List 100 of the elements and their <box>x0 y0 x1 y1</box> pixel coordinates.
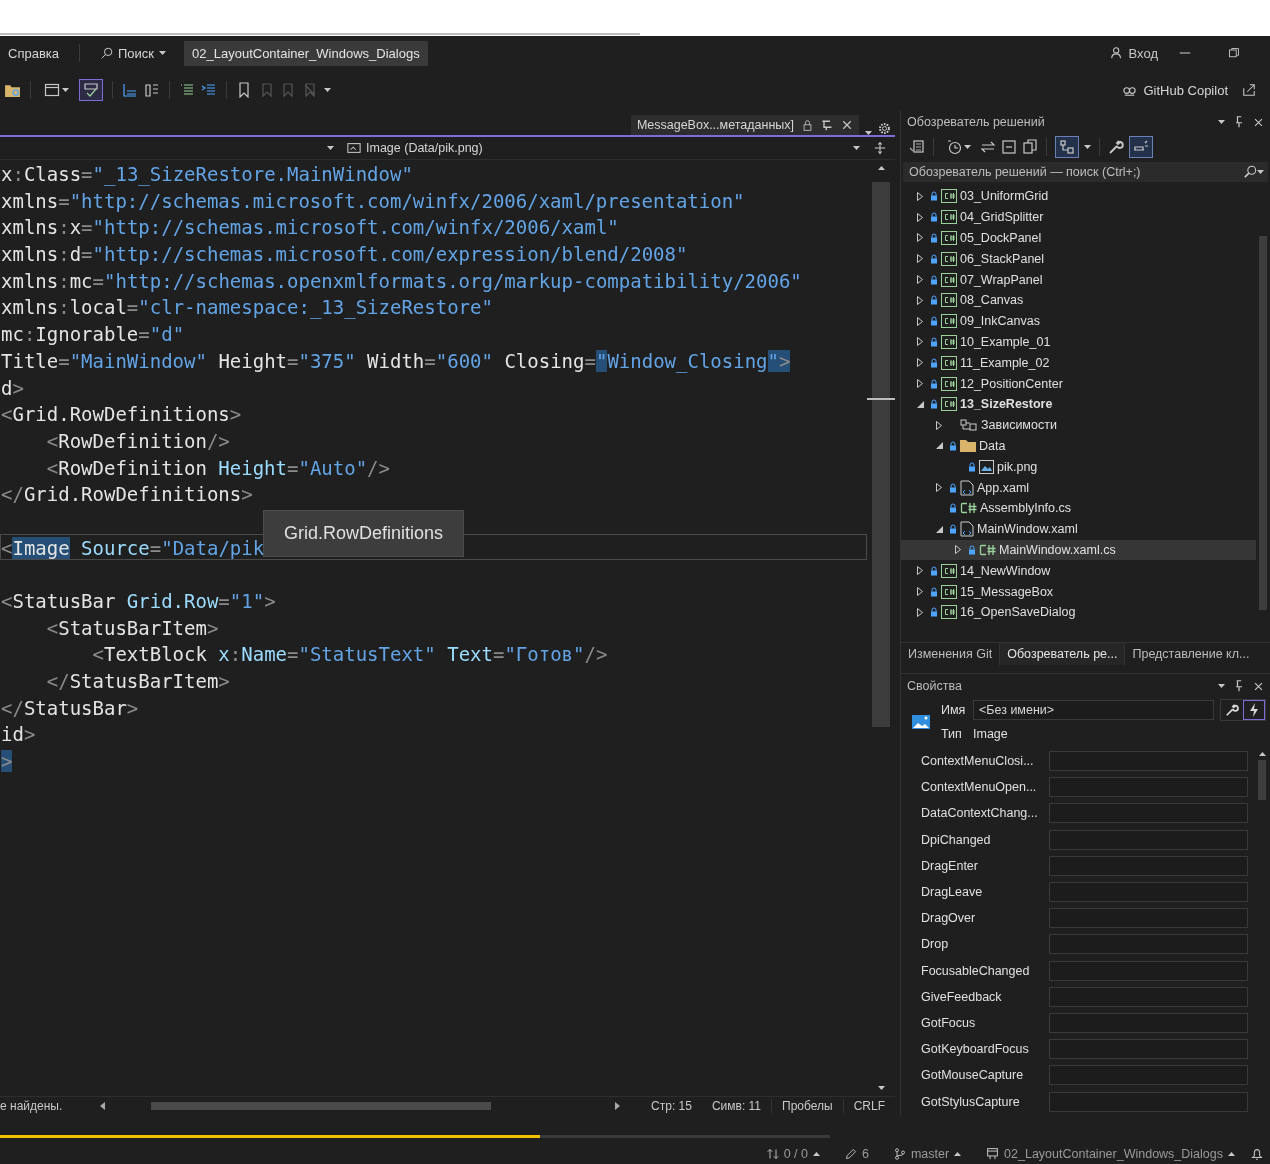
tree-item[interactable]: 13_SizeRestore <box>901 393 1256 415</box>
settings-icon[interactable] <box>878 122 891 135</box>
tree-item[interactable]: App.xaml <box>901 477 1256 498</box>
search-field[interactable]: Обозреватель решений — поиск (Ctrl+;) <box>903 162 1268 182</box>
collapsed-arrow-icon[interactable] <box>955 545 961 555</box>
horizontal-scrollbar[interactable] <box>100 1101 621 1110</box>
tree-item[interactable]: MainWindow.xaml <box>901 518 1256 540</box>
help-menu[interactable]: Справка <box>0 45 67 61</box>
collapsed-arrow-icon[interactable] <box>917 337 923 347</box>
restore-icon[interactable] <box>1228 47 1240 59</box>
spell-check-toggle[interactable] <box>79 79 103 101</box>
collapsed-arrow-icon[interactable] <box>917 566 923 576</box>
bell-icon[interactable] <box>1250 1146 1264 1161</box>
scroll-right-icon[interactable] <box>615 1101 621 1110</box>
tree-item[interactable]: AssemblyInfo.cs <box>901 497 1256 519</box>
event-handler-field[interactable] <box>1049 1065 1248 1086</box>
event-handler-field[interactable] <box>1049 986 1248 1007</box>
document-tab[interactable]: MessageBox...метаданных] <box>630 115 859 135</box>
tree-item[interactable]: 16_OpenSaveDialog <box>901 601 1256 623</box>
history-icon[interactable] <box>946 139 962 155</box>
event-handler-field[interactable] <box>1049 1091 1248 1112</box>
tree-item[interactable]: 09_InkCanvas <box>901 310 1256 332</box>
line-endings[interactable]: CRLF <box>842 1098 895 1113</box>
share-icon[interactable] <box>1242 83 1256 97</box>
close-icon[interactable] <box>1253 680 1264 692</box>
tree-item[interactable]: 04_GridSplitter <box>901 206 1256 228</box>
window-icon[interactable] <box>44 82 60 98</box>
collapsed-arrow-icon[interactable] <box>917 316 923 326</box>
tree-item[interactable]: pik.png <box>901 456 1256 478</box>
panel-tab[interactable]: Представление кл... <box>1125 643 1257 665</box>
expanded-arrow-icon[interactable] <box>935 525 943 533</box>
bookmark-icon[interactable] <box>236 82 252 98</box>
collapsed-arrow-icon[interactable] <box>936 483 942 493</box>
tree-item[interactable]: 14_NewWindow <box>901 560 1256 582</box>
collapsed-arrow-icon[interactable] <box>917 607 923 617</box>
event-handler-field[interactable] <box>1049 934 1248 955</box>
tree-item[interactable]: 08_Canvas <box>901 290 1256 311</box>
column-number[interactable]: Симв: 11 <box>701 1098 772 1113</box>
element-dropdown[interactable]: Image (Data/pik.png) <box>340 137 865 159</box>
scrollbar-thumb[interactable] <box>872 182 890 727</box>
tree-item[interactable]: Data <box>901 435 1256 457</box>
preview-toggle[interactable] <box>1129 136 1153 158</box>
event-handler-field[interactable] <box>1049 1039 1248 1060</box>
collapsed-arrow-icon[interactable] <box>917 295 923 305</box>
repository-status[interactable]: 02_LayoutContainer_Windows_Dialogs <box>976 1146 1245 1161</box>
panel-tab[interactable]: Обозреватель ре... <box>999 643 1126 665</box>
event-handler-field[interactable] <box>1049 960 1248 981</box>
events-button[interactable] <box>1243 700 1265 720</box>
tree-item[interactable]: 15_MessageBox <box>901 581 1256 602</box>
sync-icon[interactable] <box>980 139 996 155</box>
tree-item[interactable]: 11_Example_02 <box>901 352 1256 374</box>
diagram-view-toggle[interactable] <box>1055 136 1079 158</box>
collapsed-arrow-icon[interactable] <box>917 358 923 368</box>
switch-views-icon[interactable] <box>909 139 925 155</box>
tree-item[interactable]: MainWindow.xaml.cs <box>901 539 1256 561</box>
edits-status[interactable]: 6 <box>834 1146 879 1161</box>
sync-status[interactable]: 0 / 0 <box>756 1146 830 1161</box>
event-handler-field[interactable] <box>1049 882 1248 903</box>
scrollbar-thumb[interactable] <box>1259 236 1267 610</box>
close-icon[interactable] <box>841 119 853 131</box>
scroll-left-icon[interactable] <box>100 1101 106 1110</box>
pin-icon[interactable] <box>1233 116 1245 128</box>
indent-icon[interactable] <box>122 82 138 98</box>
tree-item[interactable]: Зависимости <box>901 414 1256 436</box>
copy-icon[interactable] <box>1022 139 1038 155</box>
collapsed-arrow-icon[interactable] <box>917 233 923 243</box>
tree-item[interactable]: 12_PositionCenter <box>901 373 1256 394</box>
tree-item[interactable]: 06_StackPanel <box>901 248 1256 270</box>
outdent-icon[interactable] <box>201 82 217 98</box>
split-editor-icon[interactable] <box>873 141 887 155</box>
tree-item[interactable]: 05_DockPanel <box>901 227 1256 249</box>
copilot-button[interactable]: GitHub Copilot <box>1122 82 1228 98</box>
name-field[interactable]: <Без имени> <box>973 700 1214 720</box>
event-handler-field[interactable] <box>1049 1012 1248 1033</box>
branch-status[interactable]: master <box>883 1146 972 1161</box>
collapsed-arrow-icon[interactable] <box>917 191 923 201</box>
whitespace-mode[interactable]: Пробелы <box>771 1098 843 1113</box>
collapsed-arrow-icon[interactable] <box>936 420 942 430</box>
event-handler-field[interactable] <box>1049 855 1248 876</box>
tree-item[interactable]: 03_UniformGrid <box>901 186 1256 207</box>
collapsed-arrow-icon[interactable] <box>917 212 923 222</box>
tree-item[interactable]: 07_WrapPanel <box>901 269 1256 290</box>
event-handler-field[interactable] <box>1049 908 1248 929</box>
expanded-arrow-icon[interactable] <box>935 442 943 450</box>
expanded-arrow-icon[interactable] <box>916 400 924 408</box>
sign-in-button[interactable]: Вход <box>1089 45 1178 61</box>
search-menu[interactable]: Поиск <box>92 45 175 61</box>
line-number[interactable]: Стр: 15 <box>641 1098 702 1113</box>
collapsed-arrow-icon[interactable] <box>917 587 923 597</box>
collapse-all-icon[interactable] <box>1001 139 1017 155</box>
close-icon[interactable] <box>1253 116 1264 128</box>
format-icon[interactable] <box>144 82 160 98</box>
panel-tab[interactable]: Изменения Git <box>901 643 1000 665</box>
event-handler-field[interactable] <box>1049 829 1248 850</box>
pin-icon[interactable] <box>1233 680 1245 692</box>
scrollbar-thumb[interactable] <box>1258 760 1266 800</box>
align-lines-icon[interactable] <box>179 82 195 98</box>
tree-item[interactable]: 10_Example_01 <box>901 331 1256 353</box>
pin-icon[interactable] <box>821 119 833 131</box>
collapsed-arrow-icon[interactable] <box>917 254 923 264</box>
